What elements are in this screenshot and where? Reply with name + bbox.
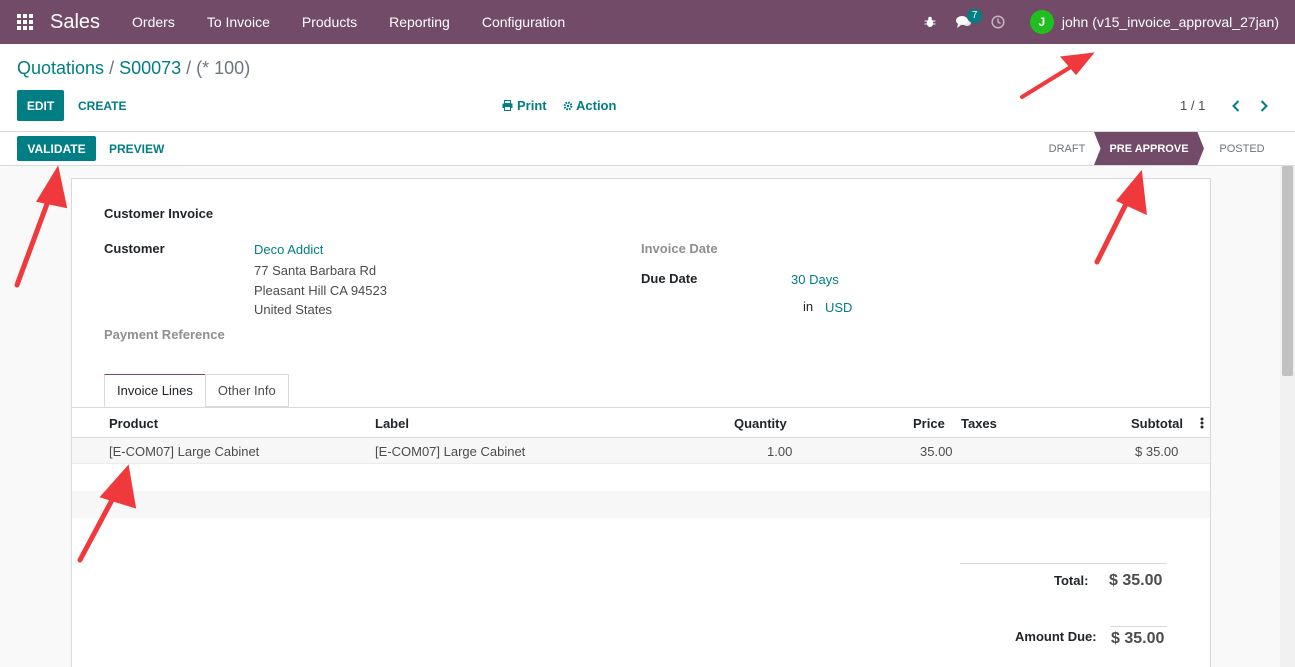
form-title: Customer Invoice <box>104 206 214 221</box>
menu-configuration[interactable]: Configuration <box>466 0 581 44</box>
customer-label: Customer <box>104 241 165 256</box>
page-scrollbar[interactable] <box>1280 166 1295 667</box>
apps-menu-icon[interactable] <box>0 0 50 44</box>
amount-due-value: $ 35.00 <box>1111 630 1165 647</box>
app-name[interactable]: Sales <box>50 11 100 34</box>
breadcrumb-separator: / <box>104 58 120 78</box>
edit-button[interactable]: EDIT <box>17 90 64 121</box>
menu-to-invoice[interactable]: To Invoice <box>191 0 286 44</box>
breadcrumb-separator: / <box>181 58 197 78</box>
customer-address-line3: United States <box>254 302 333 317</box>
col-subtotal[interactable]: Subtotal <box>1131 408 1183 438</box>
stage-posted[interactable]: POSTED <box>1210 132 1274 165</box>
breadcrumb: Quotations / S00073 / (* 100) <box>17 58 250 79</box>
breadcrumb-order[interactable]: S00073 <box>119 58 181 78</box>
menu-orders[interactable]: Orders <box>116 0 191 44</box>
stage-draft[interactable]: DRAFT <box>1040 132 1094 165</box>
currency-in-label: in <box>803 299 814 314</box>
chevron-right-icon[interactable] <box>1256 90 1272 121</box>
totals-divider <box>960 563 1167 564</box>
due-date-label: Due Date <box>641 271 698 286</box>
gear-icon <box>563 101 573 110</box>
print-label: Print <box>517 98 547 113</box>
invoice-form-sheet: Customer Invoice Customer Deco Addict 77… <box>71 178 1211 667</box>
col-taxes[interactable]: Taxes <box>961 408 997 438</box>
col-quantity[interactable]: Quantity <box>734 408 787 438</box>
messages-count-badge: 7 <box>966 9 983 23</box>
row-quantity: 1.00 <box>767 443 793 459</box>
debug-bug-icon[interactable] <box>918 0 942 44</box>
customer-address-line2: Pleasant Hill CA 94523 <box>254 283 387 298</box>
action-button[interactable]: Action <box>563 90 616 121</box>
payment-reference-label: Payment Reference <box>104 327 225 342</box>
customer-link[interactable]: Deco Addict <box>254 242 323 257</box>
col-product[interactable]: Product <box>109 408 158 438</box>
total-value: $ 35.00 <box>1109 572 1163 589</box>
customer-address-line1: 77 Santa Barbara Rd <box>254 263 377 278</box>
menu-reporting[interactable]: Reporting <box>373 0 466 44</box>
table-row[interactable]: [E-COM07] Large Cabinet [E-COM07] Large … <box>72 438 1210 464</box>
tab-invoice-lines[interactable]: Invoice Lines <box>104 374 206 407</box>
validate-button[interactable]: VALIDATE <box>17 136 96 161</box>
tab-other-info[interactable]: Other Info <box>204 374 289 407</box>
print-button[interactable]: Print <box>502 90 547 121</box>
scrollbar-thumb[interactable] <box>1282 166 1293 376</box>
breadcrumb-quotations[interactable]: Quotations <box>17 58 104 78</box>
currency-field[interactable]: USD <box>825 300 852 315</box>
col-price[interactable]: Price <box>913 408 945 438</box>
breadcrumb-current: (* 100) <box>196 58 251 78</box>
action-label: Action <box>576 98 617 113</box>
optional-columns-icon[interactable] <box>1200 408 1204 438</box>
menu-products[interactable]: Products <box>286 0 373 44</box>
user-menu[interactable]: J john (v15_invoice_approval_27jan) <box>1020 10 1295 34</box>
activity-clock-icon[interactable] <box>986 0 1010 44</box>
control-panel: Quotations / S00073 / (* 100) EDIT CREAT… <box>0 44 1295 132</box>
invoice-date-label: Invoice Date <box>641 241 718 256</box>
due-date-field[interactable]: 30 Days <box>791 272 839 287</box>
row-price: 35.00 <box>920 443 953 459</box>
stage-pre-approve[interactable]: PRE APPROVE <box>1094 132 1204 165</box>
invoice-lines-header: Product Label Quantity Price Taxes Subto… <box>72 408 1210 438</box>
create-button[interactable]: CREATE <box>78 90 126 121</box>
row-product: [E-COM07] Large Cabinet <box>109 443 260 459</box>
row-subtotal: $ 35.00 <box>1135 443 1179 459</box>
form-tabs: Invoice Lines Other Info <box>104 374 289 407</box>
annotation-arrow-validate <box>14 165 68 288</box>
chevron-left-icon[interactable] <box>1228 90 1244 121</box>
preview-button[interactable]: PREVIEW <box>109 136 164 161</box>
empty-row <box>72 464 1210 491</box>
status-bar: VALIDATE PREVIEW DRAFT PRE APPROVE POSTE… <box>0 132 1295 166</box>
amount-due-label: Amount Due: <box>1015 629 1097 644</box>
user-name: john (v15_invoice_approval_27jan) <box>1061 14 1279 30</box>
total-label: Total: <box>1054 573 1089 588</box>
messages-icon[interactable]: 7 <box>952 0 983 44</box>
col-label[interactable]: Label <box>375 408 409 438</box>
row-label: [E-COM07] Large Cabinet <box>375 443 526 459</box>
pager-value[interactable]: 1 / 1 <box>1180 90 1205 121</box>
amount-due-divider <box>1110 626 1167 627</box>
top-navbar: Sales Orders To Invoice Products Reporti… <box>0 0 1295 44</box>
empty-row <box>72 491 1210 518</box>
print-icon <box>502 100 513 111</box>
avatar: J <box>1029 10 1054 34</box>
